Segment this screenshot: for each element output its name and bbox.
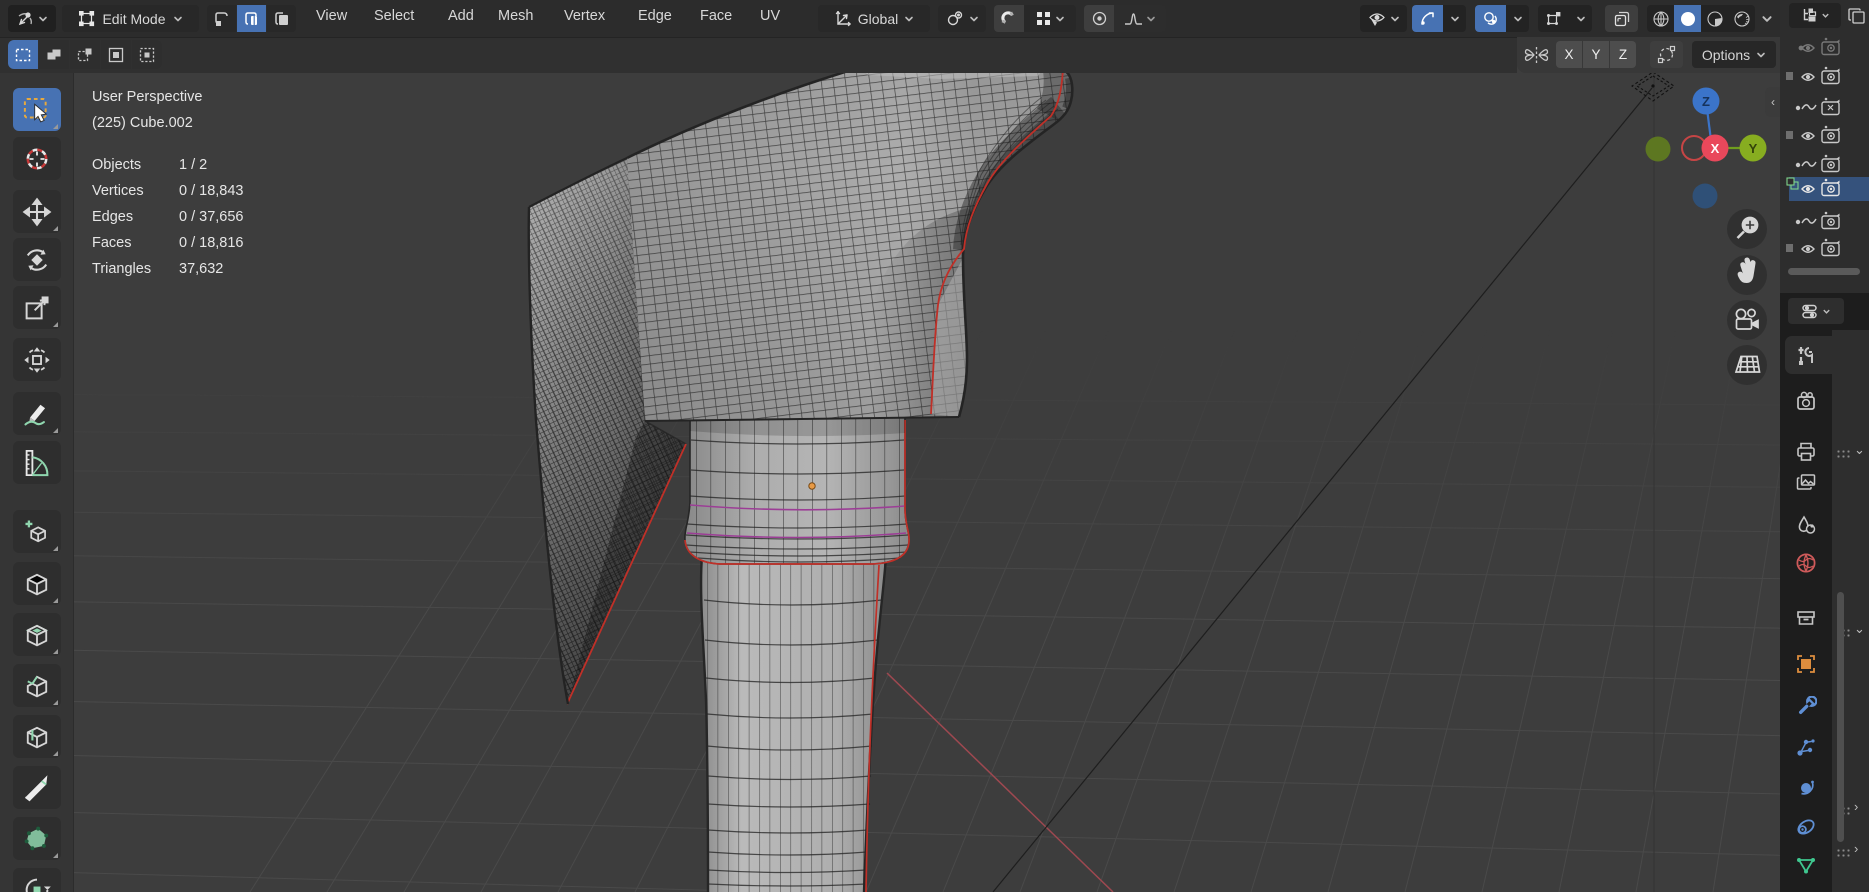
svg-text:X: X <box>1711 141 1720 156</box>
svg-text:Z: Z <box>1702 94 1710 109</box>
svg-text:Y: Y <box>1749 141 1758 156</box>
